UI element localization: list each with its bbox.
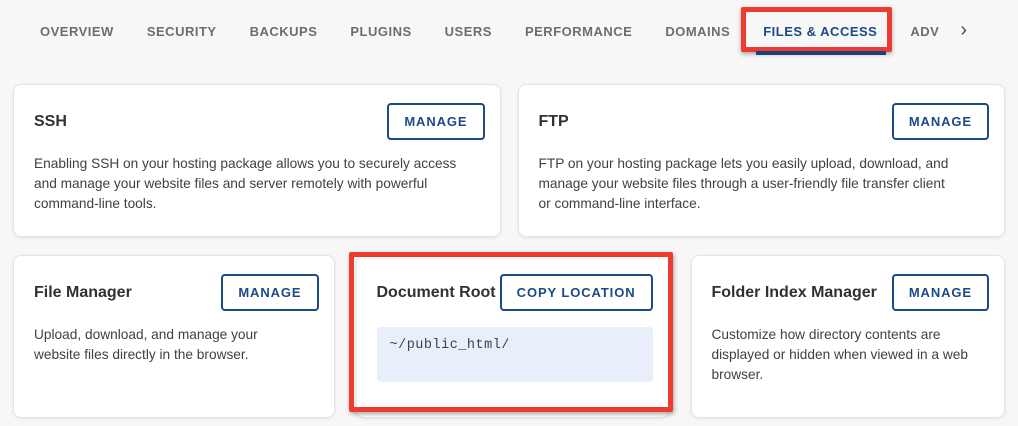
document-root-path-value: ~/public_html/w	[390, 338, 508, 353]
copy-location-button[interactable]: COPY LOCATION	[500, 274, 653, 311]
tab-performance[interactable]: PERFORMANCE	[525, 24, 632, 39]
cards-row-bottom: File Manager MANAGE Upload, download, an…	[13, 255, 1005, 418]
ftp-card: FTP MANAGE FTP on your hosting package l…	[518, 84, 1006, 237]
tab-backups[interactable]: BACKUPS	[250, 24, 318, 39]
card-gap	[335, 255, 356, 418]
document-root-path-box: ~/public_html/w	[377, 327, 653, 382]
ssh-card-title: SSH	[34, 113, 67, 131]
folder-index-manager-card-title: Folder Index Manager	[712, 284, 877, 302]
tab-domains[interactable]: DOMAINS	[665, 24, 730, 39]
ssh-card: SSH MANAGE Enabling SSH on your hosting …	[13, 84, 501, 237]
ssh-manage-button[interactable]: MANAGE	[387, 103, 484, 140]
folder-index-manager-manage-button[interactable]: MANAGE	[892, 274, 989, 311]
document-root-card: Document Root COPY LOCATION ~/public_htm…	[356, 255, 669, 418]
tab-users[interactable]: USERS	[445, 24, 492, 39]
ftp-card-header: FTP MANAGE	[539, 102, 990, 141]
ftp-card-description: FTP on your hosting package lets you eas…	[539, 154, 990, 214]
ssh-card-description: Enabling SSH on your hosting package all…	[34, 154, 485, 214]
card-gap	[669, 255, 691, 418]
ftp-manage-button[interactable]: MANAGE	[892, 103, 989, 140]
tab-advanced-truncated[interactable]: ADV	[910, 24, 939, 39]
ftp-card-title: FTP	[539, 113, 569, 131]
document-root-card-header: Document Root COPY LOCATION	[377, 273, 653, 312]
folder-index-manager-card: Folder Index Manager MANAGE Customize ho…	[691, 255, 1006, 418]
file-manager-card-description: Upload, download, and manage your websit…	[34, 325, 319, 365]
document-root-annotated-region: Document Root COPY LOCATION ~/public_htm…	[356, 255, 669, 418]
folder-index-manager-card-header: Folder Index Manager MANAGE	[712, 273, 990, 312]
cards-row-top: SSH MANAGE Enabling SSH on your hosting …	[13, 84, 1005, 237]
file-manager-card: File Manager MANAGE Upload, download, an…	[13, 255, 335, 418]
tab-plugins[interactable]: PLUGINS	[350, 24, 411, 39]
file-manager-manage-button[interactable]: MANAGE	[221, 274, 318, 311]
folder-index-manager-card-description: Customize how directory contents are dis…	[712, 325, 990, 385]
chevron-right-icon[interactable]: ›	[960, 20, 967, 43]
file-manager-card-title: File Manager	[34, 284, 132, 302]
document-root-card-title: Document Root	[377, 284, 496, 302]
tab-security[interactable]: SECURITY	[147, 24, 217, 39]
tab-overview[interactable]: OVERVIEW	[40, 24, 114, 39]
tab-files-and-access[interactable]: FILES & ACCESS	[763, 24, 877, 39]
file-manager-card-header: File Manager MANAGE	[34, 273, 319, 312]
tab-files-and-access-label: FILES & ACCESS	[763, 24, 877, 39]
files-access-panel: SSH MANAGE Enabling SSH on your hosting …	[13, 84, 1005, 418]
section-tabs: OVERVIEW SECURITY BACKUPS PLUGINS USERS …	[0, 0, 1018, 62]
ssh-card-header: SSH MANAGE	[34, 102, 485, 141]
